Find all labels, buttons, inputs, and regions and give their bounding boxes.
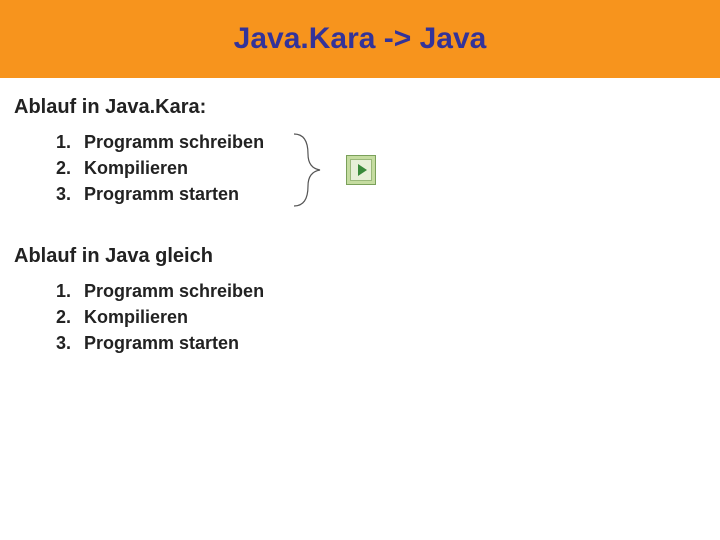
slide-header: Java.Kara -> Java (0, 0, 720, 78)
list-item: 3. Programm starten (56, 330, 706, 356)
list-number: 3. (56, 330, 84, 356)
play-button-inner (350, 159, 372, 181)
section1-list: 1. Programm schreiben 2. Kompilieren 3. … (56, 129, 706, 207)
list-text: Kompilieren (84, 155, 188, 181)
list-number: 3. (56, 181, 84, 207)
list-item: 2. Kompilieren (56, 304, 706, 330)
list-item: 2. Kompilieren (56, 155, 706, 181)
slide-title: Java.Kara -> Java (234, 22, 487, 56)
list-number: 2. (56, 304, 84, 330)
list-item: 1. Programm schreiben (56, 129, 706, 155)
section2-heading: Ablauf in Java gleich (14, 245, 706, 268)
list-item: 1. Programm schreiben (56, 278, 706, 304)
list-number: 1. (56, 278, 84, 304)
bracket-annotation (290, 130, 376, 210)
slide-content: Ablauf in Java.Kara: 1. Programm schreib… (0, 78, 720, 357)
play-icon (358, 164, 367, 176)
list-text: Programm starten (84, 330, 239, 356)
list-text: Programm schreiben (84, 129, 264, 155)
list-item: 3. Programm starten (56, 181, 706, 207)
list-number: 2. (56, 155, 84, 181)
section1-heading: Ablauf in Java.Kara: (14, 96, 706, 119)
curly-brace-icon (290, 130, 338, 210)
list-text: Programm schreiben (84, 278, 264, 304)
list-text: Programm starten (84, 181, 239, 207)
list-text: Kompilieren (84, 304, 188, 330)
play-button[interactable] (346, 155, 376, 185)
list-number: 1. (56, 129, 84, 155)
section2-list: 1. Programm schreiben 2. Kompilieren 3. … (56, 278, 706, 356)
